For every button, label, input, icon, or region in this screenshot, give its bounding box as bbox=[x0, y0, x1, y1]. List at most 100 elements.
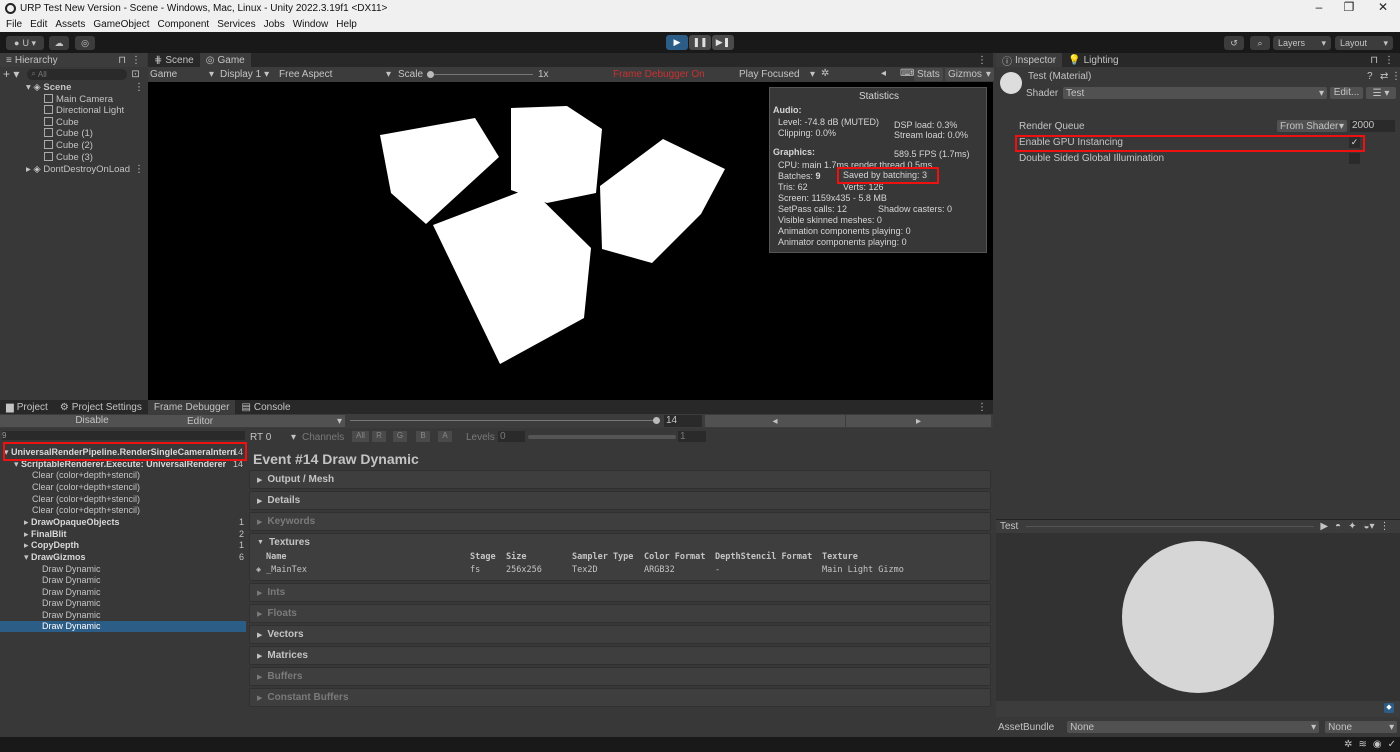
tree-item-clear[interactable]: Clear (color+depth+stencil) bbox=[32, 494, 140, 505]
asset-bundle-dropdown[interactable]: None ▾ bbox=[1067, 721, 1320, 733]
levels-max-input[interactable]: 1 bbox=[678, 431, 706, 442]
hierarchy-item[interactable]: Main Camera bbox=[44, 94, 113, 105]
preset-icon[interactable]: ⇄ bbox=[1380, 71, 1388, 82]
levels-min-input[interactable]: 0 bbox=[498, 431, 525, 442]
display-dropdown[interactable]: Display 1 ▾ bbox=[220, 69, 269, 80]
preview-splitter[interactable] bbox=[1026, 526, 1315, 527]
channel-g-button[interactable]: G bbox=[393, 431, 407, 442]
tree-item-clear[interactable]: Clear (color+depth+stencil) bbox=[32, 470, 140, 481]
hierarchy-item[interactable]: Cube bbox=[44, 117, 79, 128]
section-output-mesh[interactable]: ▶ Output / Mesh bbox=[249, 470, 991, 489]
gizmos-button[interactable]: Gizmos ▾ bbox=[945, 68, 994, 81]
tree-item-draw-dynamic-selected[interactable]: Draw Dynamic bbox=[0, 621, 246, 632]
tab-game[interactable]: ◎ Game bbox=[199, 53, 251, 67]
render-queue-value-input[interactable]: 2000 bbox=[1350, 120, 1395, 132]
section-floats[interactable]: ▶ Floats bbox=[249, 604, 991, 623]
menu-kebab-icon[interactable]: ⋮ bbox=[977, 55, 987, 66]
scale-slider-thumb[interactable] bbox=[427, 71, 434, 78]
tab-project-settings[interactable]: ⚙ Project Settings bbox=[54, 400, 148, 414]
keyboard-icon[interactable]: ⌨ bbox=[900, 68, 914, 79]
tree-item-clear[interactable]: Clear (color+depth+stencil) bbox=[32, 505, 140, 516]
tree-item-draw-dynamic[interactable]: Draw Dynamic bbox=[42, 564, 101, 575]
play-button[interactable]: ▶ bbox=[666, 35, 688, 50]
scene-menu-icon[interactable]: ⋮ bbox=[134, 82, 144, 93]
hierarchy-item[interactable]: Directional Light bbox=[44, 105, 124, 116]
menu-kebab-icon[interactable]: ⋮ bbox=[1384, 55, 1394, 66]
hierarchy-search-input[interactable]: ⌕ All bbox=[27, 68, 128, 80]
render-target-dropdown[interactable]: RT 0 ▾ bbox=[250, 432, 296, 443]
game-mode-dropdown[interactable]: Game ▾ bbox=[150, 69, 214, 80]
tree-item-copy-depth[interactable]: ▸ CopyDepth bbox=[24, 540, 79, 551]
frame-search-input[interactable]: 9 bbox=[2, 431, 245, 440]
undo-history-button[interactable]: ↺ bbox=[1224, 36, 1244, 50]
help-icon[interactable]: ? bbox=[1367, 71, 1373, 82]
shader-edit-button[interactable]: Edit... bbox=[1330, 87, 1363, 99]
layers-dropdown[interactable]: Layers ▾ bbox=[1273, 36, 1331, 50]
collab-button[interactable]: ◎ bbox=[75, 36, 95, 50]
search-button[interactable]: ⌕ bbox=[1250, 36, 1270, 50]
tab-lighting[interactable]: 💡 Lighting bbox=[1062, 53, 1124, 67]
account-button[interactable]: ● U ▾ bbox=[6, 36, 44, 50]
lock-icon[interactable]: ⊓ bbox=[1370, 55, 1378, 66]
section-matrices[interactable]: ▶ Matrices bbox=[249, 646, 991, 665]
menu-jobs[interactable]: Jobs bbox=[264, 19, 285, 30]
tree-item-draw-dynamic[interactable]: Draw Dynamic bbox=[42, 610, 101, 621]
next-event-button[interactable]: ▸ bbox=[846, 415, 991, 427]
tab-frame-debugger[interactable]: Frame Debugger bbox=[147, 400, 236, 414]
texture-object[interactable]: Main Light Gizmo bbox=[822, 565, 904, 575]
tab-project[interactable]: ▆ Project bbox=[0, 400, 54, 414]
menu-window[interactable]: Window bbox=[293, 19, 329, 30]
maximize-button[interactable]: ❐ bbox=[1332, 0, 1366, 16]
dontdestroy-root[interactable]: ▸ ◈ DontDestroyOnLoad bbox=[26, 164, 130, 175]
menu-assets[interactable]: Assets bbox=[55, 19, 85, 30]
scene-root[interactable]: ▾ ◈ Scene bbox=[26, 82, 71, 93]
event-slider-thumb[interactable] bbox=[653, 417, 660, 424]
shader-dropdown[interactable]: Test ▾ bbox=[1063, 87, 1327, 99]
pause-button[interactable]: ❚❚ bbox=[689, 35, 711, 50]
hierarchy-item[interactable]: Cube (2) bbox=[44, 140, 93, 151]
section-buffers[interactable]: ▶ Buffers bbox=[249, 667, 991, 686]
target-dropdown[interactable]: Editor ▾ bbox=[184, 415, 345, 427]
channel-r-button[interactable]: R bbox=[372, 431, 386, 442]
scale-slider[interactable] bbox=[427, 71, 533, 78]
light-preview-icon[interactable]: ✦ bbox=[1348, 521, 1356, 532]
play-preview-icon[interactable]: ▶ bbox=[1320, 521, 1328, 532]
section-details[interactable]: ▶ Details bbox=[249, 491, 991, 510]
menu-component[interactable]: Component bbox=[158, 19, 210, 30]
tree-item-draw-dynamic[interactable]: Draw Dynamic bbox=[42, 598, 101, 609]
layout-dropdown[interactable]: Layout ▾ bbox=[1335, 36, 1393, 50]
stats-button[interactable]: Stats bbox=[914, 68, 943, 81]
menu-kebab-icon[interactable]: ⋮ bbox=[131, 55, 141, 66]
mesh-preview-icon[interactable]: ◒▾ bbox=[1363, 521, 1374, 532]
tab-console[interactable]: ▤ Console bbox=[235, 400, 296, 414]
double-sided-gi-checkbox[interactable] bbox=[1349, 153, 1360, 164]
tree-item-draw-opaque[interactable]: ▸ DrawOpaqueObjects bbox=[24, 517, 120, 528]
layers-stack-icon[interactable]: ≋ bbox=[1358, 739, 1366, 750]
section-ints[interactable]: ▶ Ints bbox=[249, 583, 991, 602]
menu-kebab-icon[interactable]: ⋮ bbox=[1380, 521, 1390, 532]
tab-scene[interactable]: ⋕ Scene bbox=[148, 53, 200, 67]
section-constant-buffers[interactable]: ▶ Constant Buffers bbox=[249, 688, 991, 707]
sphere-preview-icon[interactable]: ◓ bbox=[1335, 521, 1341, 532]
aspect-dropdown[interactable]: Free Aspect ▾ bbox=[279, 69, 391, 80]
play-focused-dropdown[interactable]: Play Focused ▾ bbox=[739, 69, 815, 80]
add-icon[interactable]: + ▾ bbox=[3, 67, 19, 81]
tab-inspector[interactable]: ⓘ Inspector bbox=[996, 53, 1063, 68]
audio-mute-icon[interactable]: ◂ bbox=[881, 68, 886, 79]
menu-gameobject[interactable]: GameObject bbox=[93, 19, 149, 30]
minimize-button[interactable]: – bbox=[1302, 0, 1336, 16]
event-slider-track[interactable] bbox=[350, 420, 656, 421]
bug-icon[interactable]: ✲ bbox=[1344, 739, 1352, 750]
disable-button[interactable]: Disable bbox=[0, 415, 184, 427]
shader-options-button[interactable]: ☰ ▾ bbox=[1366, 87, 1396, 99]
channel-b-button[interactable]: B bbox=[416, 431, 430, 442]
tree-item-draw-dynamic[interactable]: Draw Dynamic bbox=[42, 587, 101, 598]
levels-range-slider[interactable] bbox=[528, 435, 676, 439]
tree-item-draw-dynamic[interactable]: Draw Dynamic bbox=[42, 575, 101, 586]
tree-item-final-blit[interactable]: ▸ FinalBlit bbox=[24, 529, 67, 540]
lock-icon[interactable]: ⊓ bbox=[118, 55, 126, 66]
section-keywords[interactable]: ▶ Keywords bbox=[249, 512, 991, 531]
tree-item-clear[interactable]: Clear (color+depth+stencil) bbox=[32, 482, 140, 493]
tab-hierarchy[interactable]: ≡ Hierarchy ⊓ ⋮ bbox=[0, 53, 147, 67]
hierarchy-item[interactable]: Cube (3) bbox=[44, 152, 93, 163]
